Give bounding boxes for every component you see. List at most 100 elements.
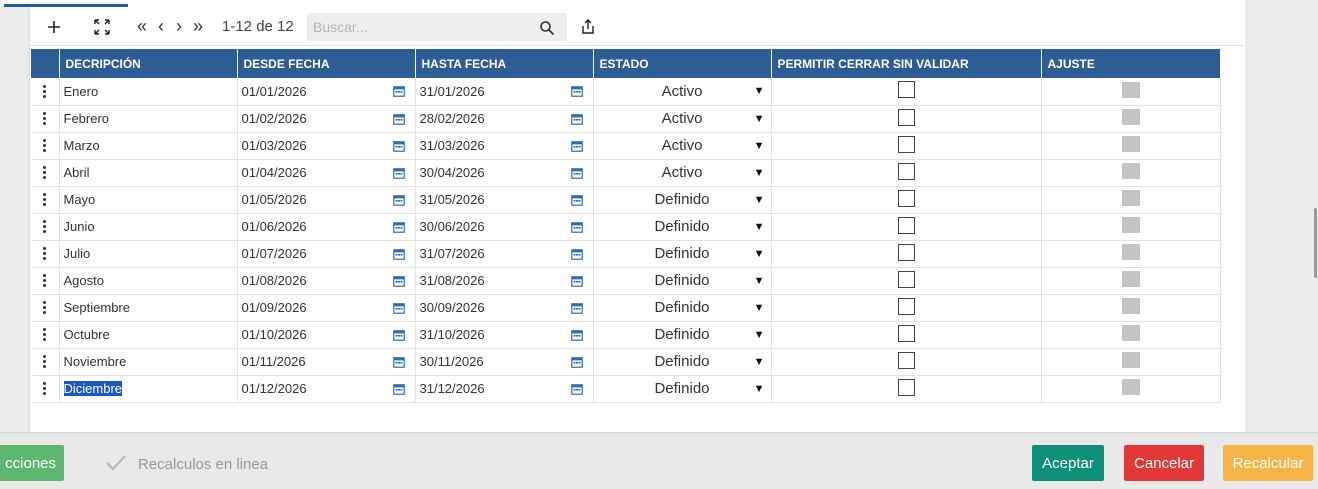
- header-ajuste[interactable]: AJUSTE: [1041, 49, 1221, 78]
- row-menu-button[interactable]: [31, 348, 60, 376]
- cell-descripcion[interactable]: Diciembre: [59, 375, 238, 403]
- cell-desde-fecha[interactable]: 01/01/2026: [237, 78, 416, 106]
- permitir-checkbox[interactable]: [897, 270, 915, 288]
- last-page-button[interactable]: »: [190, 15, 206, 39]
- table-row[interactable]: Agosto 01/08/2026 31/08/2026 Definido ▼: [31, 267, 1221, 295]
- cell-estado[interactable]: Definido ▼: [593, 213, 772, 241]
- search-input[interactable]: [313, 19, 533, 35]
- cell-hasta-fecha[interactable]: 30/06/2026: [415, 213, 594, 241]
- cell-estado[interactable]: Activo ▼: [593, 105, 772, 133]
- table-row[interactable]: Mayo 01/05/2026 31/05/2026 Definido ▼: [31, 186, 1221, 214]
- estado-select[interactable]: Definido ▼: [598, 353, 767, 370]
- cell-estado[interactable]: Definido ▼: [593, 375, 772, 403]
- calendar-icon[interactable]: [570, 275, 583, 287]
- cell-hasta-fecha[interactable]: 31/07/2026: [415, 240, 594, 268]
- prev-page-button[interactable]: ‹: [154, 15, 168, 39]
- row-menu-button[interactable]: [31, 375, 60, 403]
- calendar-icon[interactable]: [392, 194, 405, 206]
- cell-desde-fecha[interactable]: 01/08/2026: [237, 267, 416, 295]
- header-hasta-fecha[interactable]: HASTA FECHA: [415, 49, 594, 78]
- calendar-icon[interactable]: [570, 167, 583, 179]
- estado-select[interactable]: Activo ▼: [598, 83, 767, 100]
- recalcular-button[interactable]: Recalcular: [1223, 445, 1313, 481]
- permitir-checkbox[interactable]: [897, 351, 915, 369]
- estado-select[interactable]: Definido ▼: [598, 380, 767, 397]
- cell-desde-fecha[interactable]: 01/07/2026: [237, 240, 416, 268]
- cell-estado[interactable]: Activo ▼: [593, 78, 772, 106]
- estado-select[interactable]: Definido ▼: [598, 299, 767, 316]
- permitir-checkbox[interactable]: [897, 324, 915, 342]
- calendar-icon[interactable]: [392, 356, 405, 368]
- cell-descripcion[interactable]: Enero: [59, 78, 238, 106]
- header-permitir-cerrar[interactable]: PERMITIR CERRAR SIN VALIDAR: [771, 49, 1042, 78]
- header-estado[interactable]: ESTADO: [593, 49, 772, 78]
- cell-descripcion[interactable]: Agosto: [59, 267, 238, 295]
- estado-select[interactable]: Definido ▼: [598, 272, 767, 289]
- table-row[interactable]: Octubre 01/10/2026 31/10/2026 Definido ▼: [31, 321, 1221, 349]
- cell-hasta-fecha[interactable]: 30/09/2026: [415, 294, 594, 322]
- cell-estado[interactable]: Definido ▼: [593, 186, 772, 214]
- calendar-icon[interactable]: [570, 194, 583, 206]
- cell-descripcion[interactable]: Abril: [59, 159, 238, 187]
- cell-descripcion[interactable]: Julio: [59, 240, 238, 268]
- header-desde-fecha[interactable]: DESDE FECHA: [237, 49, 416, 78]
- cell-desde-fecha[interactable]: 01/02/2026: [237, 105, 416, 133]
- cell-estado[interactable]: Definido ▼: [593, 321, 772, 349]
- cell-descripcion[interactable]: Noviembre: [59, 348, 238, 376]
- row-menu-button[interactable]: [31, 78, 60, 106]
- cell-desde-fecha[interactable]: 01/09/2026: [237, 294, 416, 322]
- cell-desde-fecha[interactable]: 01/03/2026: [237, 132, 416, 160]
- table-row[interactable]: Abril 01/04/2026 30/04/2026 Activo ▼: [31, 159, 1221, 187]
- cell-desde-fecha[interactable]: 01/11/2026: [237, 348, 416, 376]
- cell-descripcion[interactable]: Marzo: [59, 132, 238, 160]
- cell-desde-fecha[interactable]: 01/10/2026: [237, 321, 416, 349]
- cell-estado[interactable]: Definido ▼: [593, 294, 772, 322]
- calendar-icon[interactable]: [392, 302, 405, 314]
- estado-select[interactable]: Definido ▼: [598, 191, 767, 208]
- calendar-icon[interactable]: [392, 221, 405, 233]
- check-icon[interactable]: [104, 451, 128, 475]
- cell-descripcion[interactable]: Junio: [59, 213, 238, 241]
- permitir-checkbox[interactable]: [897, 135, 915, 153]
- aceptar-button[interactable]: Aceptar: [1032, 445, 1104, 481]
- calendar-icon[interactable]: [392, 248, 405, 260]
- cell-hasta-fecha[interactable]: 31/03/2026: [415, 132, 594, 160]
- search-box[interactable]: [307, 13, 567, 41]
- search-icon[interactable]: [539, 20, 555, 36]
- calendar-icon[interactable]: [570, 248, 583, 260]
- permitir-checkbox[interactable]: [897, 297, 915, 315]
- scrollbar-thumb[interactable]: [1314, 208, 1317, 278]
- permitir-checkbox[interactable]: [897, 378, 915, 396]
- header-descripcion[interactable]: DECRIPCIÓN: [59, 49, 238, 78]
- row-menu-button[interactable]: [31, 267, 60, 295]
- add-button[interactable]: [44, 15, 64, 39]
- calendar-icon[interactable]: [392, 113, 405, 125]
- cell-hasta-fecha[interactable]: 31/10/2026: [415, 321, 594, 349]
- table-row[interactable]: Enero 01/01/2026 31/01/2026 Activo ▼: [31, 78, 1221, 106]
- cell-estado[interactable]: Definido ▼: [593, 267, 772, 295]
- table-row[interactable]: Diciembre 01/12/2026 31/12/2026 Definido ▼: [31, 375, 1221, 403]
- cell-desde-fecha[interactable]: 01/12/2026: [237, 375, 416, 403]
- row-menu-button[interactable]: [31, 213, 60, 241]
- cell-hasta-fecha[interactable]: 31/08/2026: [415, 267, 594, 295]
- table-row[interactable]: Marzo 01/03/2026 31/03/2026 Activo ▼: [31, 132, 1221, 160]
- row-menu-button[interactable]: [31, 159, 60, 187]
- permitir-checkbox[interactable]: [897, 162, 915, 180]
- calendar-icon[interactable]: [570, 113, 583, 125]
- calendar-icon[interactable]: [570, 329, 583, 341]
- cell-descripcion[interactable]: Febrero: [59, 105, 238, 133]
- export-button[interactable]: [578, 15, 598, 39]
- table-row[interactable]: Junio 01/06/2026 30/06/2026 Definido ▼: [31, 213, 1221, 241]
- permitir-checkbox[interactable]: [897, 108, 915, 126]
- estado-select[interactable]: Activo ▼: [598, 164, 767, 181]
- table-row[interactable]: Septiembre 01/09/2026 30/09/2026 Definido ▼: [31, 294, 1221, 322]
- cell-hasta-fecha[interactable]: 31/12/2026: [415, 375, 594, 403]
- calendar-icon[interactable]: [570, 383, 583, 395]
- acciones-button[interactable]: cciones: [0, 445, 64, 481]
- estado-select[interactable]: Activo ▼: [598, 110, 767, 127]
- row-menu-button[interactable]: [31, 186, 60, 214]
- row-menu-button[interactable]: [31, 132, 60, 160]
- cell-hasta-fecha[interactable]: 31/05/2026: [415, 186, 594, 214]
- row-menu-button[interactable]: [31, 105, 60, 133]
- cell-estado[interactable]: Activo ▼: [593, 159, 772, 187]
